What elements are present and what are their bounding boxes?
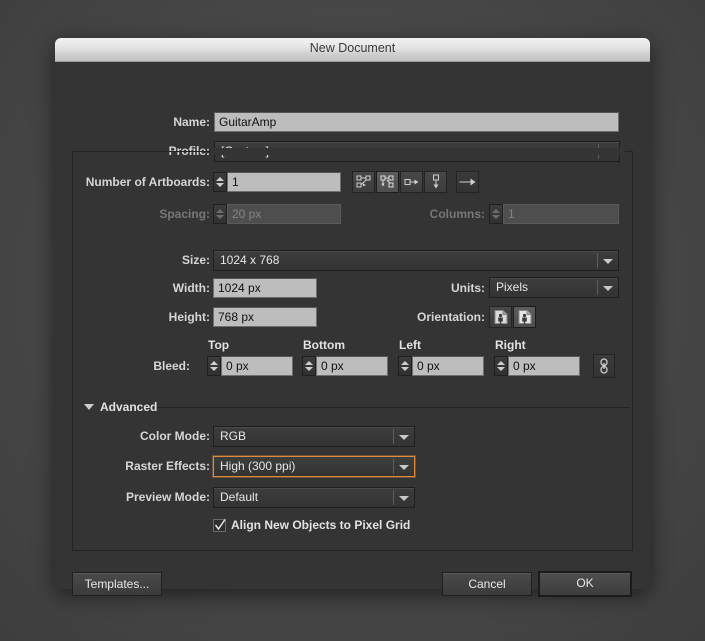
number-of-artboards-input[interactable]: [227, 172, 341, 192]
stepper-down-icon: [492, 215, 500, 219]
artboards-stepper[interactable]: [213, 172, 227, 192]
new-document-dialog: New Document Name: Profile: [Custom] Num…: [55, 38, 650, 597]
landscape-orientation-icon: [518, 310, 531, 324]
spacing-input: [227, 204, 341, 224]
chevron-down-icon: [603, 285, 613, 291]
units-label: Units:: [451, 281, 485, 295]
bleed-top-header: Top: [208, 338, 230, 352]
bleed-link-button[interactable]: [593, 354, 615, 378]
dialog-title: New Document: [309, 41, 396, 55]
units-dropdown[interactable]: Pixels: [489, 277, 619, 298]
stepper-up-icon[interactable]: [305, 361, 313, 365]
chevron-down-icon: [603, 258, 613, 264]
bleed-right-stepper[interactable]: [494, 356, 508, 376]
chevron-down-icon: [399, 464, 409, 470]
arrange-by-row-icon: [404, 179, 418, 185]
size-dropdown[interactable]: 1024 x 768: [213, 250, 619, 271]
bleed-bottom-input[interactable]: [316, 356, 388, 376]
bleed-right-input[interactable]: [508, 356, 580, 376]
bleed-label: Bleed:: [153, 359, 190, 373]
align-pixel-grid-checkbox[interactable]: [213, 519, 226, 532]
cancel-button[interactable]: Cancel: [442, 572, 532, 596]
stepper-up-icon[interactable]: [497, 361, 505, 365]
arrange-by-column-icon: [432, 174, 439, 189]
columns-label: Columns:: [429, 207, 485, 221]
grid-by-row-icon: [356, 175, 370, 188]
advanced-section-title[interactable]: Advanced: [100, 400, 157, 414]
dropdown-separator: [393, 429, 394, 444]
bleed-left-input[interactable]: [412, 356, 484, 376]
dialog-titlebar[interactable]: New Document: [55, 38, 650, 62]
bleed-bottom-stepper[interactable]: [302, 356, 316, 376]
color-mode-label: Color Mode:: [140, 429, 210, 443]
orientation-label: Orientation:: [417, 310, 485, 324]
stepper-up-icon: [492, 209, 500, 213]
raster-effects-dropdown[interactable]: High (300 ppi): [213, 456, 415, 477]
chevron-down-icon: [399, 434, 409, 440]
color-mode-dropdown[interactable]: RGB: [213, 426, 415, 447]
stepper-down-icon[interactable]: [210, 367, 218, 371]
name-label: Name:: [173, 115, 210, 129]
bleed-top-stepper[interactable]: [207, 356, 221, 376]
preview-mode-value: Default: [220, 490, 259, 504]
stepper-up-icon[interactable]: [210, 361, 218, 365]
dropdown-separator: [597, 253, 598, 268]
preview-mode-label: Preview Mode:: [125, 490, 210, 504]
number-of-artboards-label: Number of Artboards:: [85, 175, 210, 189]
dropdown-separator: [393, 459, 394, 474]
stepper-up-icon[interactable]: [216, 177, 224, 181]
raster-effects-value: High (300 ppi): [220, 459, 296, 473]
dialog-body: Name: Profile: [Custom] Number of Artboa…: [55, 62, 650, 597]
bleed-bottom-header: Bottom: [303, 338, 345, 352]
spacing-stepper: [213, 204, 227, 224]
artboard-change-layout-direction-button[interactable]: [456, 171, 479, 193]
artboard-grid-by-row-button[interactable]: [352, 171, 375, 193]
spacing-label: Spacing:: [159, 207, 210, 221]
stepper-up-icon[interactable]: [401, 361, 409, 365]
columns-stepper: [489, 204, 503, 224]
artboard-grid-by-column-button[interactable]: [376, 171, 399, 193]
change-to-right-to-left-layout-icon: [459, 178, 475, 186]
dropdown-separator: [393, 490, 394, 505]
ok-button[interactable]: OK: [538, 571, 632, 597]
bleed-left-header: Left: [399, 338, 421, 352]
grid-by-column-icon: [380, 175, 393, 188]
columns-input: [503, 204, 619, 224]
stepper-down-icon[interactable]: [497, 367, 505, 371]
chevron-down-icon: [399, 495, 409, 501]
align-pixel-grid-label[interactable]: Align New Objects to Pixel Grid: [231, 518, 410, 532]
stepper-down-icon[interactable]: [216, 183, 224, 187]
advanced-divider: [158, 407, 630, 408]
units-value: Pixels: [496, 280, 529, 294]
width-label: Width:: [172, 281, 210, 295]
artboard-arrange-by-row-button[interactable]: [400, 171, 423, 193]
stepper-up-icon: [216, 209, 224, 213]
size-value: 1024 x 768: [220, 253, 280, 267]
orientation-landscape-button[interactable]: [513, 306, 536, 328]
stepper-down-icon[interactable]: [305, 367, 313, 371]
bleed-left-stepper[interactable]: [398, 356, 412, 376]
orientation-portrait-button[interactable]: [489, 306, 512, 328]
templates-button[interactable]: Templates...: [72, 572, 162, 596]
size-label: Size:: [181, 253, 210, 267]
artboard-arrange-by-column-button[interactable]: [424, 171, 447, 193]
dropdown-separator: [597, 280, 598, 295]
color-mode-value: RGB: [220, 429, 247, 443]
height-input[interactable]: [213, 307, 317, 327]
stepper-down-icon[interactable]: [401, 367, 409, 371]
bleed-right-header: Right: [495, 338, 526, 352]
stepper-down-icon: [216, 215, 224, 219]
raster-effects-label: Raster Effects:: [125, 459, 210, 473]
preview-mode-dropdown[interactable]: Default: [213, 487, 415, 508]
chain-link-icon: [600, 358, 608, 374]
portrait-orientation-icon: [494, 310, 507, 324]
width-input[interactable]: [213, 278, 317, 298]
bleed-top-input[interactable]: [221, 356, 293, 376]
height-label: Height:: [168, 310, 210, 324]
name-input[interactable]: [214, 112, 619, 132]
checkmark-icon: [214, 519, 226, 531]
advanced-disclosure-triangle-icon[interactable]: [84, 404, 94, 410]
